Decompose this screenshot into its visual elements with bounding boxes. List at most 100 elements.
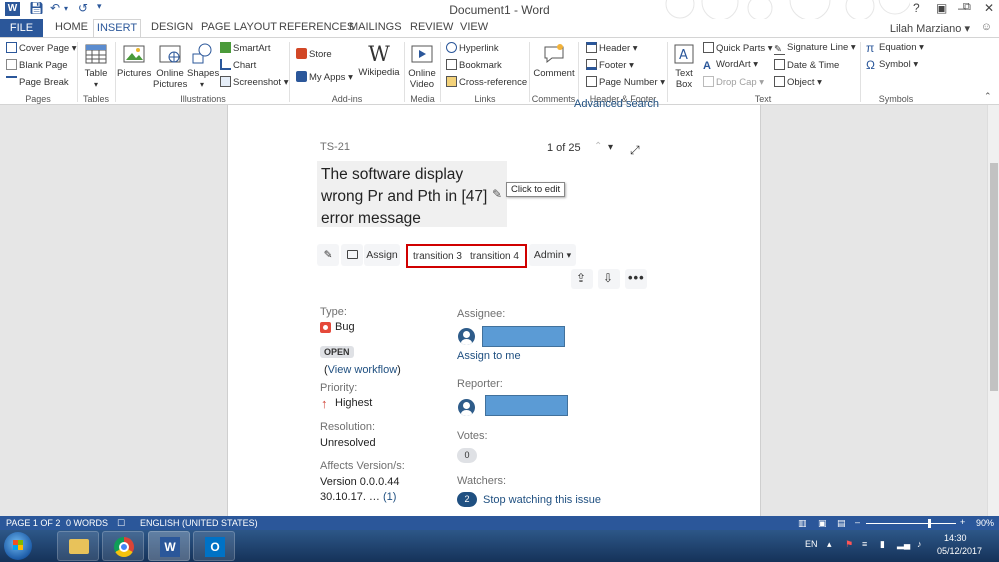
pencil-icon[interactable]: ✎ bbox=[492, 187, 502, 201]
comment-issue-button[interactable] bbox=[341, 244, 363, 266]
cross-reference-button[interactable]: Cross-reference bbox=[446, 76, 527, 88]
stop-watching-link[interactable]: Stop watching this issue bbox=[483, 494, 601, 506]
clock-date[interactable]: 05/12/2017 bbox=[937, 546, 982, 556]
start-button[interactable] bbox=[4, 532, 32, 560]
store-button[interactable]: Store bbox=[296, 48, 332, 60]
date-time-button[interactable]: Date & Time bbox=[774, 59, 839, 71]
text-box-button[interactable]: A Text Box bbox=[670, 42, 698, 90]
table-button[interactable]: Table ▾ bbox=[82, 42, 110, 90]
vertical-scrollbar[interactable] bbox=[987, 105, 999, 516]
zoom-in-icon[interactable]: + bbox=[960, 517, 965, 527]
clock-time[interactable]: 14:30 bbox=[944, 533, 967, 543]
tab-page-layout[interactable]: PAGE LAYOUT bbox=[201, 21, 277, 33]
shapes-button[interactable]: Shapes ▾ bbox=[187, 42, 219, 90]
tray-signal-icon[interactable]: ▂▄ bbox=[897, 539, 910, 550]
zoom-slider[interactable] bbox=[866, 523, 956, 524]
next-issue-icon[interactable]: ▾ bbox=[608, 142, 613, 153]
footer-button[interactable]: Footer ▾ bbox=[586, 59, 634, 71]
export-button[interactable]: ⇩ bbox=[598, 269, 620, 289]
header-button[interactable]: Header ▾ bbox=[586, 42, 638, 54]
scrollbar-thumb[interactable] bbox=[990, 163, 998, 391]
object-button[interactable]: Object ▾ bbox=[774, 76, 822, 88]
equation-button[interactable]: π Equation ▾ bbox=[866, 42, 924, 54]
read-mode-icon[interactable]: ▥ bbox=[798, 518, 807, 529]
advanced-search-link[interactable]: Advanced search bbox=[574, 98, 659, 110]
zoom-slider-thumb[interactable] bbox=[928, 519, 931, 528]
wordart-button[interactable]: A WordArt ▾ bbox=[703, 59, 758, 72]
expand-icon[interactable]: ⤢ bbox=[630, 143, 640, 158]
assign-to-me-link[interactable]: Assign to me bbox=[457, 350, 521, 362]
smartart-button[interactable]: SmartArt bbox=[220, 42, 270, 54]
symbol-button[interactable]: Ω Symbol ▾ bbox=[866, 59, 918, 71]
share-button[interactable]: ⇪ bbox=[571, 269, 593, 289]
edit-button[interactable]: ✎ bbox=[317, 244, 339, 266]
pictures-button[interactable]: Pictures bbox=[117, 42, 151, 79]
assign-button[interactable]: Assign bbox=[364, 244, 400, 266]
zoom-out-icon[interactable]: – bbox=[855, 517, 860, 527]
wikipedia-button[interactable]: W Wikipedia bbox=[356, 42, 402, 78]
taskbar-word[interactable]: W bbox=[148, 531, 190, 561]
tab-references[interactable]: REFERENCES bbox=[279, 21, 354, 33]
watchers-count[interactable]: 2 bbox=[457, 492, 477, 507]
tray-battery-icon[interactable]: ▮ bbox=[880, 539, 885, 550]
tab-mailings[interactable]: MAILINGS bbox=[349, 21, 402, 33]
signature-line-button[interactable]: ✎ Signature Line ▾ bbox=[774, 42, 856, 55]
online-video-button[interactable]: Online Video bbox=[406, 42, 438, 90]
hyperlink-button[interactable]: Hyperlink bbox=[446, 42, 499, 54]
taskbar-chrome[interactable] bbox=[102, 531, 144, 561]
quick-parts-button[interactable]: Quick Parts ▾ bbox=[703, 42, 773, 54]
cover-page-button[interactable]: Cover Page ▾ bbox=[6, 42, 77, 54]
tab-insert[interactable]: INSERT bbox=[93, 19, 141, 39]
zoom-level[interactable]: 90% bbox=[976, 518, 994, 528]
transition-4-button[interactable]: transition 4 bbox=[470, 248, 519, 266]
issue-title[interactable]: The software display wrong Pr and Pth in… bbox=[321, 164, 491, 230]
chart-button[interactable]: Chart bbox=[220, 59, 256, 71]
proofing-icon[interactable]: ☐ bbox=[117, 518, 125, 529]
user-account[interactable]: Lilah Marziano ▾ bbox=[890, 22, 970, 35]
status-badge[interactable]: OPEN bbox=[320, 346, 354, 358]
page-number-button[interactable]: Page Number ▾ bbox=[586, 76, 665, 88]
issue-key[interactable]: TS-21 bbox=[320, 141, 350, 153]
close-icon[interactable]: ✕ bbox=[984, 1, 994, 15]
page-break-button[interactable]: Page Break bbox=[6, 76, 69, 88]
my-apps-button[interactable]: My Apps ▾ bbox=[296, 71, 353, 83]
group-separator bbox=[115, 42, 116, 102]
cover-page-icon bbox=[6, 42, 17, 53]
tab-review[interactable]: REVIEW bbox=[410, 21, 453, 33]
account-avatar-icon[interactable]: ☺ bbox=[981, 21, 992, 33]
screenshot-button[interactable]: Screenshot ▾ bbox=[220, 76, 288, 88]
maximize-icon[interactable]: ⧉ bbox=[963, 1, 971, 14]
tab-design[interactable]: DESIGN bbox=[151, 21, 193, 33]
transition-3-button[interactable]: transition 3 bbox=[413, 248, 462, 266]
tray-flag-icon[interactable]: ⚑ bbox=[845, 539, 853, 550]
print-layout-icon[interactable]: ▣ bbox=[818, 518, 827, 529]
tab-home[interactable]: HOME bbox=[55, 21, 88, 33]
ribbon-display-icon[interactable]: ▣ bbox=[936, 1, 947, 15]
online-pictures-button[interactable]: Online Pictures bbox=[153, 42, 187, 90]
text-box-icon: A bbox=[674, 44, 694, 64]
page-count[interactable]: PAGE 1 OF 2 bbox=[6, 518, 60, 528]
bookmark-button[interactable]: Bookmark bbox=[446, 59, 502, 71]
taskbar-explorer[interactable] bbox=[57, 531, 99, 561]
web-layout-icon[interactable]: ▤ bbox=[837, 518, 846, 529]
previous-issue-icon[interactable]: ⌃ bbox=[594, 141, 602, 152]
affects-more-link[interactable]: (1) bbox=[383, 491, 396, 503]
votes-count[interactable]: 0 bbox=[457, 448, 477, 463]
admin-dropdown[interactable]: Admin ▾ bbox=[529, 244, 576, 266]
language[interactable]: ENGLISH (UNITED STATES) bbox=[140, 518, 258, 528]
help-icon[interactable]: ? bbox=[913, 1, 920, 15]
tray-network-icon[interactable]: ≡ bbox=[862, 539, 867, 549]
input-language[interactable]: EN bbox=[805, 539, 818, 549]
view-workflow-link[interactable]: View workflow bbox=[328, 364, 398, 376]
blank-page-button[interactable]: Blank Page bbox=[6, 59, 68, 71]
tab-file[interactable]: FILE bbox=[0, 19, 43, 37]
tray-expand-icon[interactable]: ▴ bbox=[827, 539, 832, 550]
collapse-ribbon-icon[interactable]: ⌃ bbox=[984, 91, 992, 102]
word-count[interactable]: 0 WORDS bbox=[66, 518, 108, 528]
comment-button[interactable]: Comment bbox=[532, 42, 576, 79]
drop-cap-button[interactable]: Drop Cap ▾ bbox=[703, 76, 764, 88]
tab-view[interactable]: VIEW bbox=[460, 21, 488, 33]
more-actions-button[interactable]: ••• bbox=[625, 269, 647, 289]
taskbar-outlook[interactable]: O bbox=[193, 531, 235, 561]
tray-volume-icon[interactable]: ♪ bbox=[917, 539, 922, 549]
